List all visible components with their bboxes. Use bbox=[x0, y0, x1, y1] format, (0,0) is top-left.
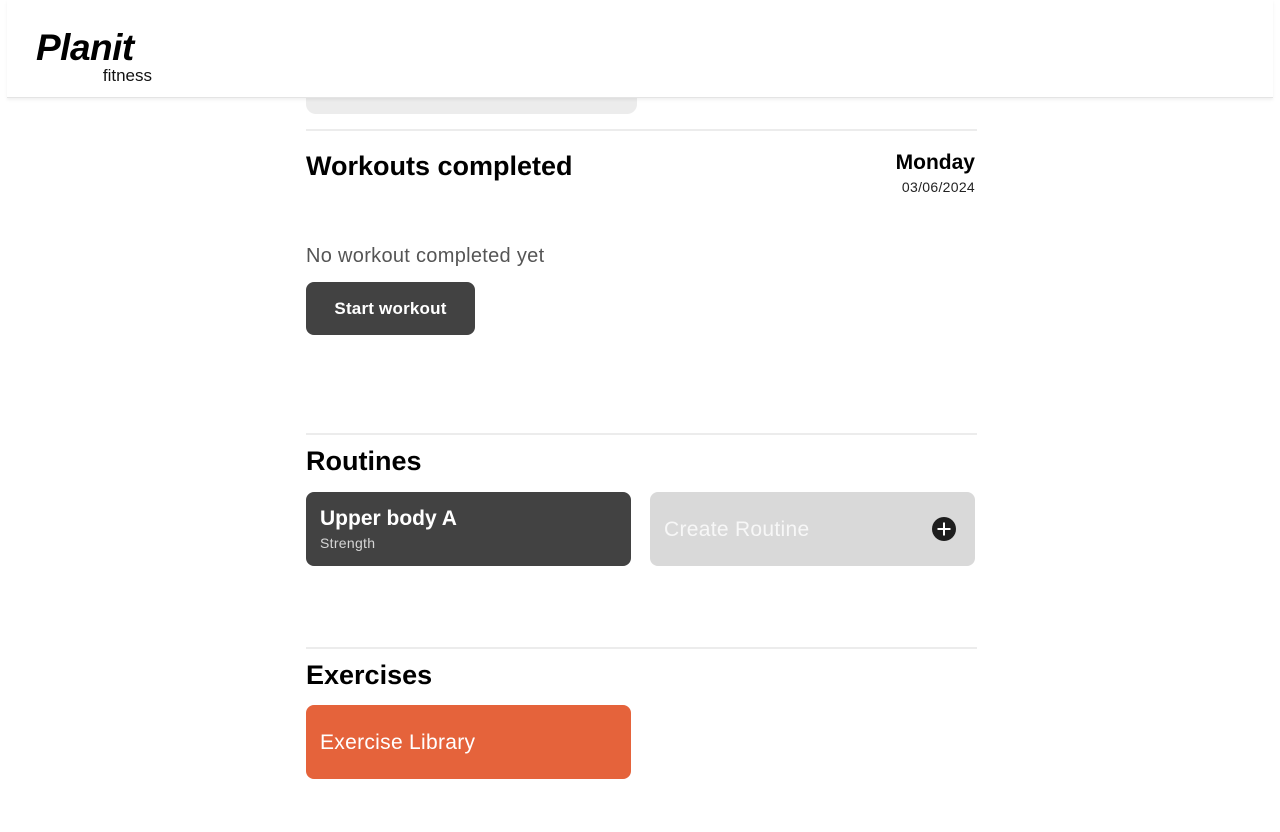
exercise-library-label: Exercise Library bbox=[320, 731, 476, 754]
create-routine-card[interactable]: Create Routine bbox=[650, 492, 975, 566]
routines-title: Routines bbox=[306, 446, 422, 476]
exercises-title: Exercises bbox=[306, 660, 433, 690]
exercise-library-card[interactable]: Exercise Library bbox=[306, 705, 631, 779]
create-routine-label: Create Routine bbox=[664, 518, 810, 541]
routine-type: Strength bbox=[320, 535, 376, 551]
logo-wordmark: Planit bbox=[36, 27, 134, 68]
routine-name: Upper body A bbox=[320, 507, 457, 530]
routine-card[interactable]: Upper body A Strength bbox=[306, 492, 631, 566]
plus-circle-icon[interactable] bbox=[932, 517, 956, 541]
start-workout-button[interactable]: Start workout bbox=[306, 282, 475, 335]
planit-logo[interactable]: Planit fitness bbox=[36, 26, 152, 86]
current-day: Monday bbox=[895, 151, 975, 174]
logo-subtitle: fitness bbox=[102, 66, 152, 85]
section-divider bbox=[306, 647, 977, 649]
current-date: 03/06/2024 bbox=[901, 179, 975, 195]
app-header: Planit fitness bbox=[7, 0, 1273, 98]
no-workout-message: No workout completed yet bbox=[306, 245, 545, 267]
section-divider bbox=[306, 433, 977, 435]
section-divider bbox=[306, 129, 977, 131]
workouts-title: Workouts completed bbox=[306, 151, 573, 181]
